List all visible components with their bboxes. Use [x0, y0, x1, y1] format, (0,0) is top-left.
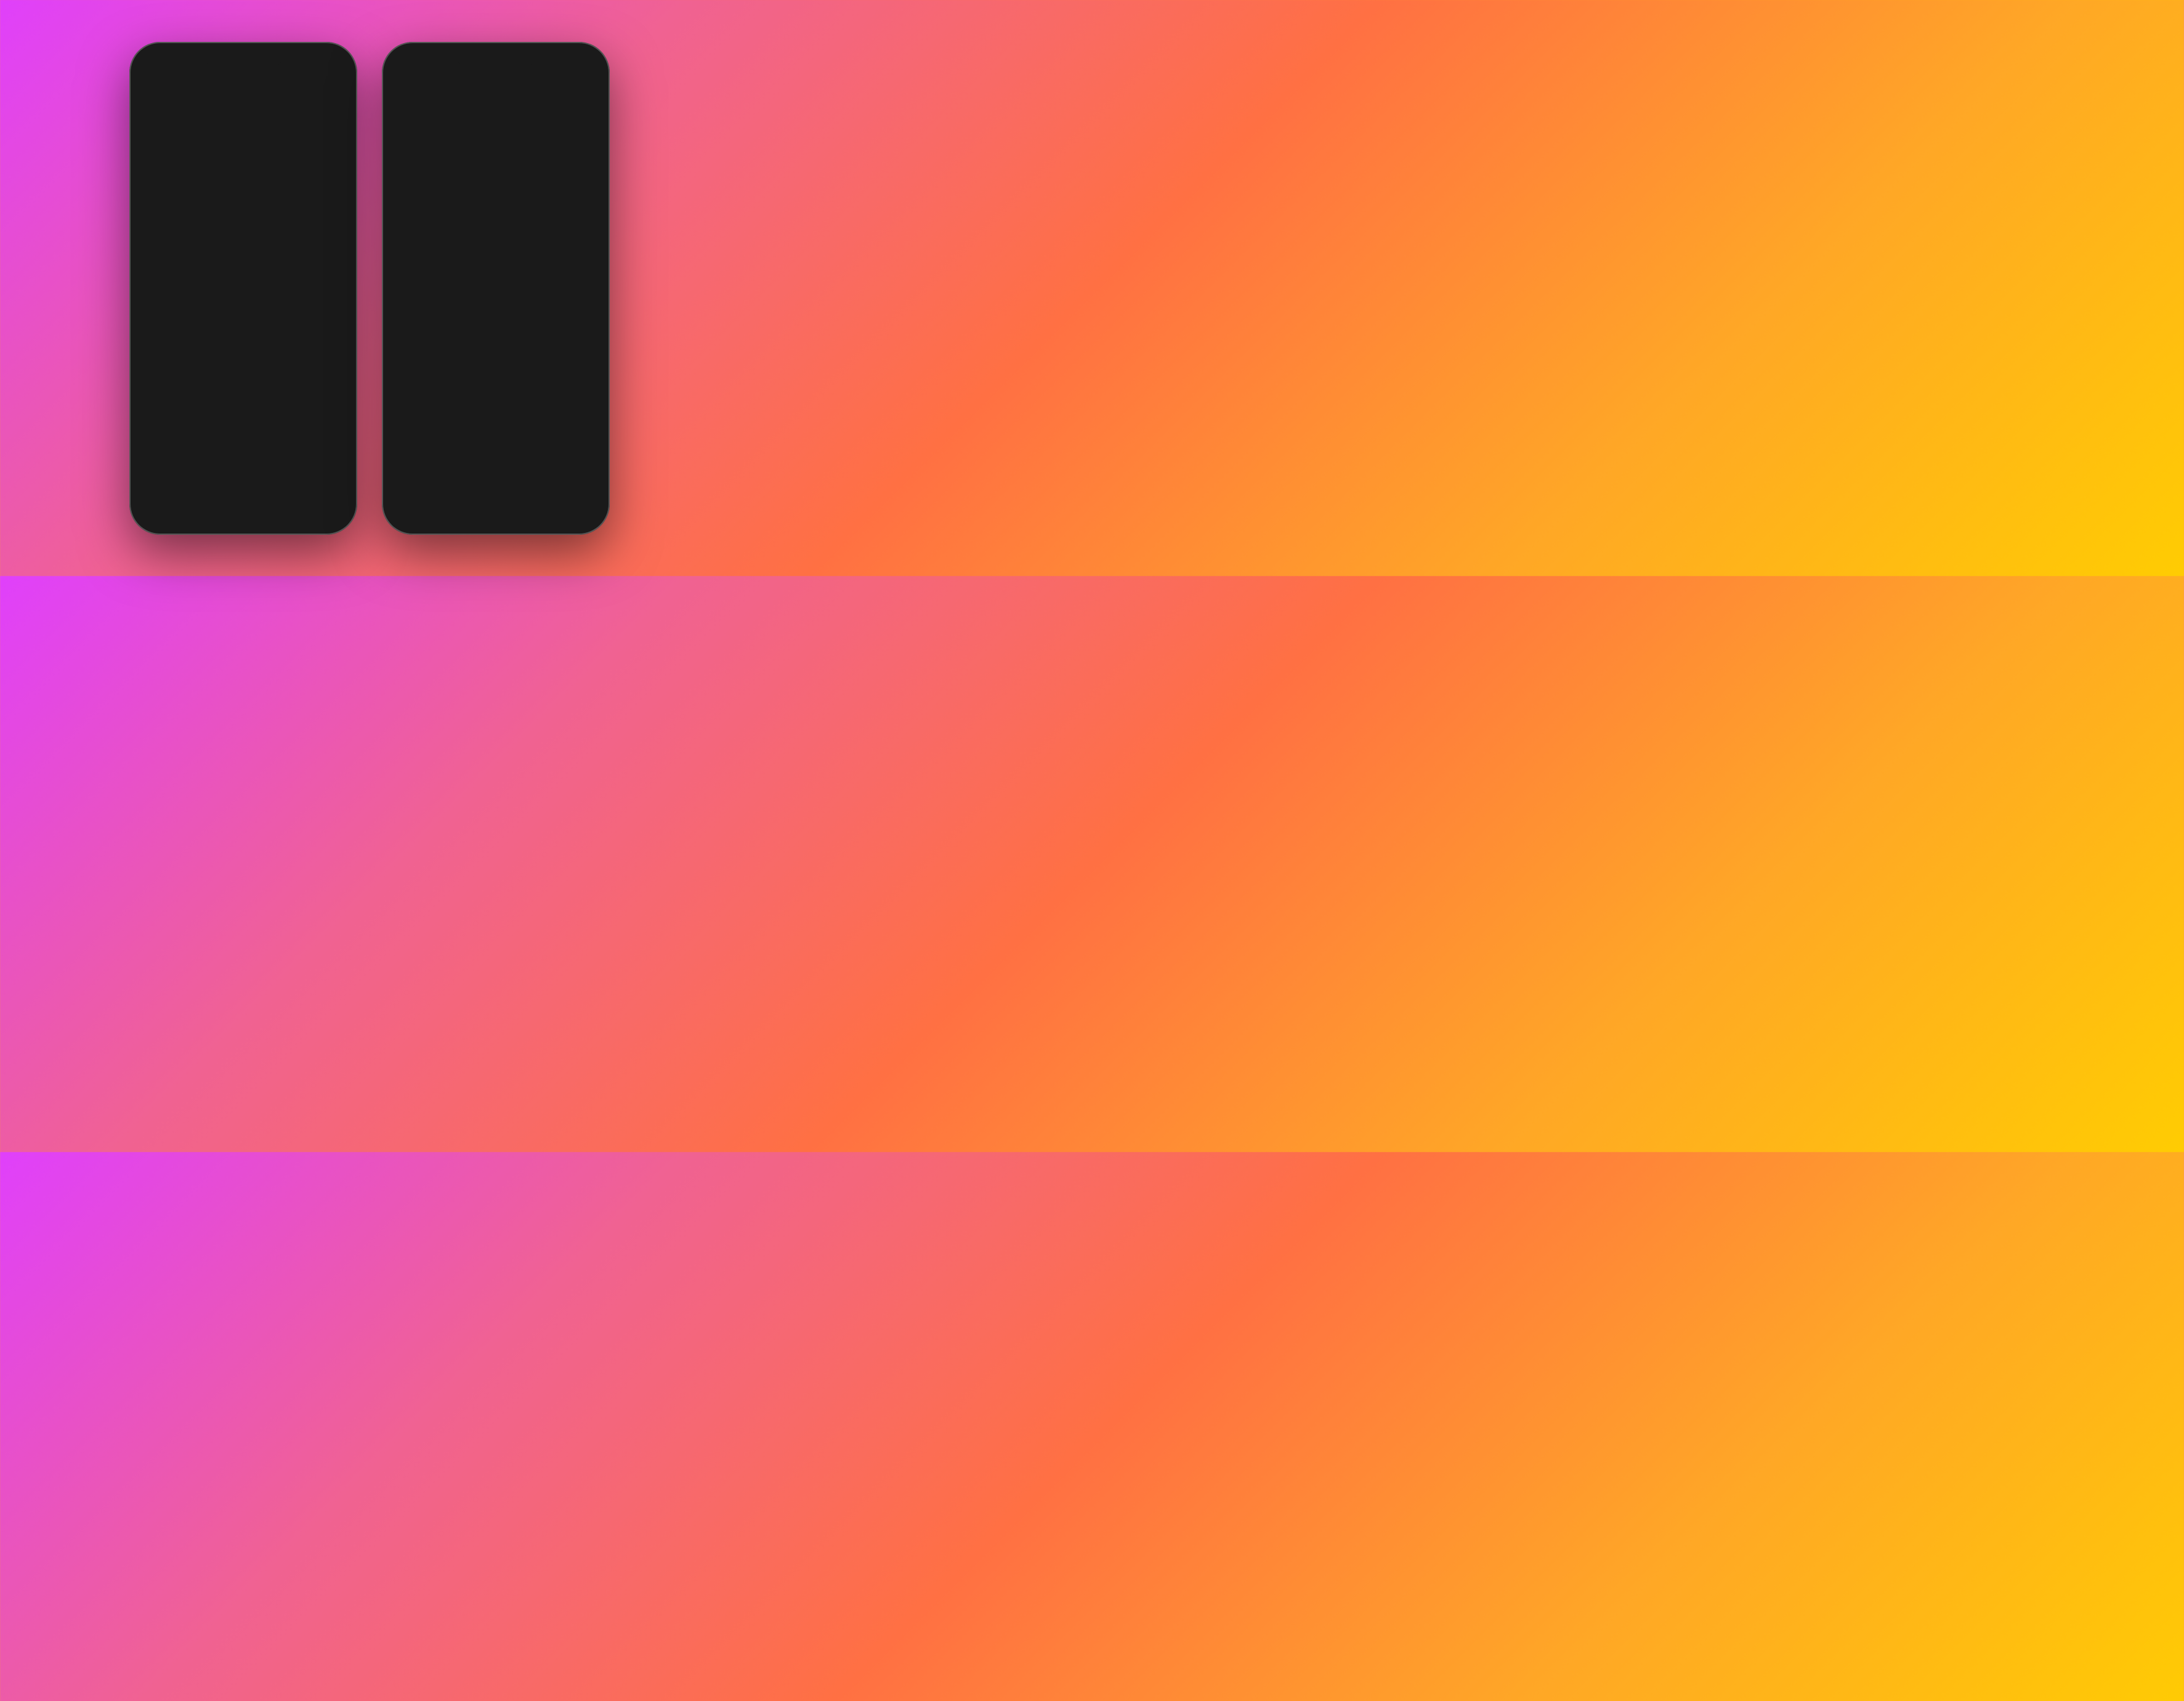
reel-item-3[interactable]: 1K Apr 19: [511, 323, 562, 400]
home-indicator-1: [212, 519, 274, 521]
reel-date-2: Apr 25: [456, 393, 506, 400]
status-bar-1: 9:41 ▲ █: [138, 51, 349, 78]
date-range-2: Apr 19 - Apr 25: [533, 115, 591, 125]
content-type-subtitle-2: Based on reach: [400, 159, 591, 168]
phone-screen-1: 9:41 ▲ █ ‹ Reach i Last 7 Days ▾: [138, 51, 349, 526]
reel-thumb-4: 900: [567, 323, 591, 391]
content-type-title-2: Content Type: [400, 145, 591, 158]
header-title-1: Reach: [228, 85, 259, 97]
reach-note: You reached +5.4% more accounts that wer…: [148, 396, 339, 420]
content-type-subtitle-1: Based on reach: [148, 458, 339, 467]
phone-screen-2: 9:41 ▲ █ ‹ Reach i Last 7 Days ▾: [390, 51, 601, 526]
followers-section: Followers and Non-Followers Based on rea…: [138, 215, 349, 434]
status-icons-2: ▲ █: [549, 61, 588, 72]
wifi-icon-2: ▲: [566, 62, 573, 71]
legend-nonfollowers: Non-Followers: [493, 259, 548, 268]
top-reels-header: Top Reels Based on reach ›: [400, 293, 591, 315]
reel-thumb-2: 1.1K: [456, 323, 506, 391]
bar-chart-1: Reels 5,301: [148, 474, 339, 485]
signal-icon-1: [297, 62, 310, 71]
battery-icon-1: █: [323, 61, 335, 72]
reel-item-1[interactable]: 2.3K Apr 23: [400, 323, 451, 400]
header-1: ‹ Reach i: [138, 78, 349, 105]
screen-content-2[interactable]: Content Type Based on reach Reels 5,301: [390, 136, 601, 526]
reel-date-4: Apr 2: [567, 393, 591, 400]
screen-content-1[interactable]: 14,236 Accounts Reached +7.3% vs Apr 12 …: [138, 136, 349, 526]
status-icons-1: ▲ █: [297, 61, 335, 72]
reel-thumb-3: 1K: [511, 323, 562, 391]
reel-count-4: 900: [570, 377, 590, 387]
top-reels-title: Top Reels: [400, 293, 456, 305]
top-reels-subtitle: Based on reach: [400, 306, 456, 315]
date-selector-2: Last 7 Days ▾ Apr 19 - Apr 25: [390, 105, 601, 136]
followers-stats: 12,101 Followers 2,135 Non-Followers: [148, 362, 339, 390]
reel-count-3: 1K: [515, 377, 532, 387]
accounts-reached-section: 14,236 Accounts Reached +7.3% vs Apr 12 …: [138, 136, 349, 215]
reel-date-3: Apr 19: [511, 393, 562, 400]
accounts-number: 14,236: [148, 150, 339, 173]
reel-date-1: Apr 23: [400, 393, 451, 400]
reel-item-2[interactable]: 1.1K Apr 25: [456, 323, 506, 400]
top-posts-title: Top Posts: [400, 423, 591, 435]
nonfollowers-stat-label: Non-Followers: [262, 381, 317, 390]
bar-row-reels: Reels 5,301: [400, 177, 591, 188]
bar-row-igtv: IGTV Videos 2,702: [400, 209, 591, 220]
date-selector-1: Last 7 Days ▾ Apr 19 - Apr 25: [138, 105, 349, 136]
legend-followers-dot: [443, 261, 448, 266]
bar-row-posts: Posts 3,451: [400, 193, 591, 204]
battery-icon-2: █: [576, 61, 588, 72]
pie-chart-container: [148, 260, 339, 352]
bar-row-live: Live Videos 1,576: [400, 241, 591, 252]
followers-stat: 12,101 Followers: [169, 362, 219, 390]
date-range-1: Apr 19 - Apr 25: [281, 115, 339, 125]
info-button-1[interactable]: i: [322, 83, 339, 100]
legend-nonfollowers-dot: [493, 261, 498, 266]
pie-chart: [197, 260, 289, 352]
home-indicator-2: [465, 519, 527, 521]
content-type-title-1: Content Type: [148, 444, 339, 457]
content-type-section-1: Content Type Based on reach Reels 5,301: [138, 434, 349, 500]
followers-subtitle: Based on reach: [148, 238, 339, 248]
wifi-icon-1: ▲: [313, 62, 321, 71]
phone-2: 9:41 ▲ █ ‹ Reach i Last 7 Days ▾: [382, 42, 610, 535]
date-dropdown-1[interactable]: Last 7 Days ▾: [148, 112, 214, 129]
phone-1: 9:41 ▲ █ ‹ Reach i Last 7 Days ▾: [129, 42, 357, 535]
header-title-2: Reach: [480, 85, 512, 97]
top-posts-header: Top Posts: [390, 410, 601, 440]
accounts-change: +7.3% vs Apr 12 - Apr 18: [148, 191, 339, 200]
reels-scroll: 2.3K Apr 23 1.1K: [400, 323, 591, 400]
info-button-2[interactable]: i: [574, 83, 591, 100]
header-2: ‹ Reach i: [390, 78, 601, 105]
status-time-1: 9:41: [152, 61, 170, 71]
status-bar-2: 9:41 ▲ █: [390, 51, 601, 78]
followers-stat-label: Followers: [169, 381, 219, 390]
status-time-2: 9:41: [404, 61, 423, 71]
chart-legend: Followers Non-Followers: [400, 259, 591, 268]
top-reels-chevron[interactable]: ›: [588, 293, 591, 306]
content-type-full: Content Type Based on reach Reels 5,301: [390, 136, 601, 283]
back-button-2[interactable]: ‹: [400, 83, 419, 99]
reel-count-2: 1.1K: [459, 377, 482, 387]
legend-followers: Followers: [443, 259, 483, 268]
reel-item-4[interactable]: 900 Apr 2: [567, 323, 591, 400]
bar-chart-2: Reels 5,301 Posts: [400, 177, 591, 252]
back-button-1[interactable]: ‹: [148, 83, 166, 99]
bar-row-stories: Stories 2,407: [400, 225, 591, 236]
date-dropdown-2[interactable]: Last 7 Days ▾: [400, 112, 467, 129]
followers-title: Followers and Non-Followers: [148, 225, 339, 237]
followers-dot: [174, 383, 179, 388]
bar-row-reels-1: Reels 5,301: [148, 474, 339, 485]
nonfollowers-dot: [262, 383, 267, 388]
reel-count-1: 2.3K: [404, 377, 427, 387]
nonfollowers-stat: 2,135 Non-Followers: [262, 362, 317, 390]
top-reels-section: Top Reels Based on reach ›: [390, 283, 601, 410]
accounts-label: Accounts Reached: [148, 173, 339, 187]
signal-icon-2: [549, 62, 563, 71]
reel-thumb-1: 2.3K: [400, 323, 451, 391]
